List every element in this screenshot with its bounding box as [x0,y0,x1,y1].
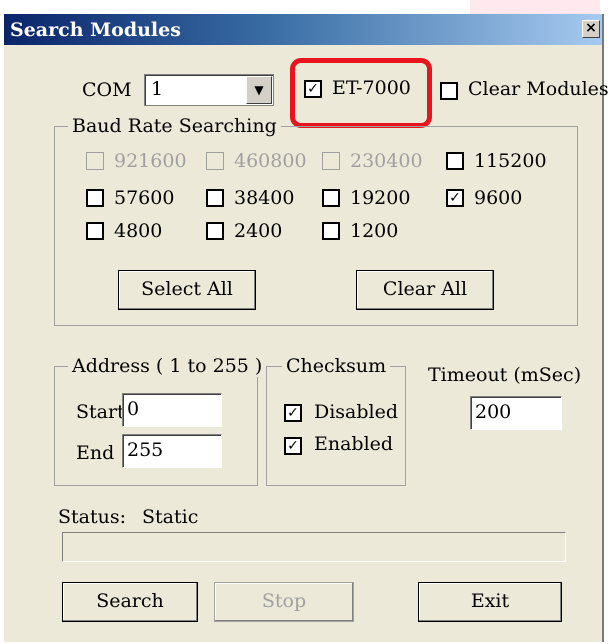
com-port-select[interactable]: 1 ▼ [144,74,274,106]
baud-57600-label: 57600 [114,187,175,209]
baud-115200-label: 115200 [474,150,547,172]
baud-19200-checkbox[interactable] [322,189,340,207]
baud-19200-label: 19200 [350,187,411,209]
checksum-enabled-checkbox[interactable]: ✓ [284,437,302,455]
title-bar: Search Modules × [4,14,602,45]
baud-921600-label: 921600 [114,150,187,172]
baud-115200-checkbox[interactable] [446,152,464,170]
check-icon: ✓ [287,438,299,454]
checksum-disabled-checkbox[interactable]: ✓ [284,404,302,422]
com-label: COM [82,79,132,101]
start-label: Start [76,401,125,423]
clear-modules-label: Clear Modules [468,78,608,100]
baud-460800-checkbox[interactable] [206,152,224,170]
baud-230400-checkbox[interactable] [322,152,340,170]
timeout-input[interactable]: 200 [470,396,562,430]
end-address-input[interactable]: 255 [122,434,222,468]
checksum-enabled-label: Enabled [314,433,394,455]
status-label: Status: [58,506,127,528]
baud-9600-label: 9600 [474,187,523,209]
baud-921600-checkbox[interactable] [86,152,104,170]
baud-4800-label: 4800 [114,220,163,242]
exit-button[interactable]: Exit [418,582,562,622]
checksum-disabled-label: Disabled [314,401,399,423]
com-port-value: 1 [151,78,164,100]
search-button[interactable]: Search [62,582,198,622]
search-progress-bar [62,532,566,562]
chevron-down-icon[interactable]: ▼ [246,76,272,104]
baud-4800-checkbox[interactable] [86,222,104,240]
address-group-label: Address ( 1 to 255 ) [68,355,267,377]
baud-230400-label: 230400 [350,150,423,172]
baud-1200-checkbox[interactable] [322,222,340,240]
checksum-group-label: Checksum [282,355,391,377]
start-address-input[interactable]: 0 [122,393,222,427]
baud-57600-checkbox[interactable] [86,189,104,207]
clear-all-button[interactable]: Clear All [356,270,494,310]
top-edge-stripe [470,0,600,14]
baud-1200-label: 1200 [350,220,399,242]
baud-38400-checkbox[interactable] [206,189,224,207]
baud-9600-checkbox[interactable]: ✓ [446,189,464,207]
et-7000-highlight-box [290,58,432,128]
baud-2400-label: 2400 [234,220,283,242]
timeout-label: Timeout (mSec) [428,364,582,386]
baud-rate-group-label: Baud Rate Searching [68,115,281,137]
check-icon: ✓ [287,405,299,421]
baud-38400-label: 38400 [234,187,295,209]
stop-button[interactable]: Stop [214,582,354,622]
baud-2400-checkbox[interactable] [206,222,224,240]
check-icon: ✓ [449,190,461,206]
checksum-group [266,366,406,486]
end-label: End [76,442,115,464]
close-button[interactable]: × [582,20,600,38]
select-all-button[interactable]: Select All [118,270,256,310]
clear-modules-checkbox[interactable] [440,82,458,100]
window-title: Search Modules [10,19,181,41]
baud-460800-label: 460800 [234,150,307,172]
status-value: Static [142,506,199,528]
